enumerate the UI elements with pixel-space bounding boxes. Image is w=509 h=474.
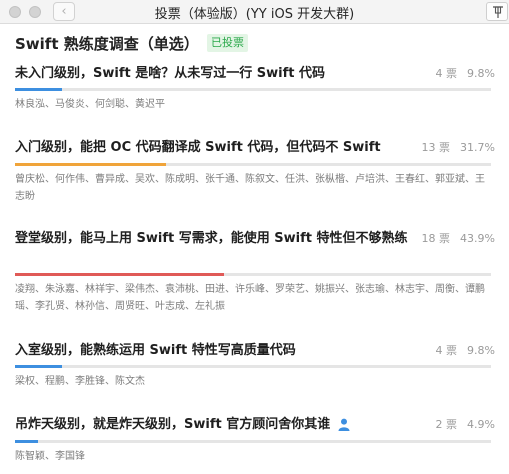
progress-fill [15,88,62,91]
progress-fill [15,365,62,368]
option-label: 入室级别，能熟练运用 Swift 特性写高质量代码 [15,343,296,358]
progress-fill [15,273,224,276]
vote-percent: 4.9% [467,418,495,431]
voter-list: 凌翔、朱泳嘉、林祥宇、梁伟杰、袁沛桃、田进、许乐峰、罗荣艺、姚振兴、张志瑜、林志… [15,284,485,312]
option-label: 未入门级别，Swift 是啥？从未写过一行 Swift 代码 [15,66,325,81]
progress-track [15,440,491,443]
option-stats: 18 票 43.9% [422,229,495,249]
voted-badge: 已投票 [207,34,248,52]
voter-list: 梁权、程鹏、李胜锋、陈文杰 [15,376,145,387]
vote-count: 4 票 [435,67,458,80]
vote-count: 2 票 [435,418,458,431]
progress-track [15,273,491,276]
survey-panel: Swift 熟练度调查（单选） 已投票 未入门级别，Swift 是啥？从未写过一… [0,24,509,474]
option-label-text: 吊炸天级别，就是炸天级别，Swift 官方顾问舍你其谁 [15,417,331,432]
progress-track [15,365,491,368]
title-bar: ‹ 投票（体验版）(YY iOS 开发大群) [0,0,509,24]
vote-percent: 43.9% [460,232,495,245]
voter-list: 曾庆松、何作伟、曹异成、吴欢、陈成明、张千通、陈叙文、任洪、张枞楷、卢培洪、王春… [15,174,485,202]
option-label: 入门级别，能把 OC 代码翻译成 Swift 代码，但代码不 Swift [15,140,381,155]
option-stats: 2 票 4.9% [436,415,495,435]
voter-list: 陈智颖、李国锋 [15,451,85,462]
pin-icon [493,6,503,18]
progress-track [15,163,491,166]
voter-list: 林良泓、马俊炎、何剑聪、黄迟平 [15,99,165,110]
vote-count: 4 票 [435,344,458,357]
option-stats: 13 票 31.7% [422,138,495,158]
user-icon [338,418,350,431]
progress-track [15,88,491,91]
option-label: 登堂级别，能马上用 Swift 写需求，能使用 Swift 特性但不够熟练 [15,231,408,246]
vote-percent: 9.8% [467,67,495,80]
window-title: 投票（体验版）(YY iOS 开发大群) [154,7,355,22]
vote-percent: 31.7% [460,141,495,154]
vote-percent: 9.8% [467,344,495,357]
progress-fill [15,163,166,166]
vote-count: 18 票 [421,232,451,245]
vote-count: 13 票 [421,141,451,154]
option-label: 吊炸天级别，就是炸天级别，Swift 官方顾问舍你其谁 [15,415,420,435]
survey-title: Swift 熟练度调查（单选） [15,35,199,53]
pin-button[interactable] [486,2,508,21]
option-stats: 4 票 9.8% [436,341,495,361]
option-stats: 4 票 9.8% [436,64,495,84]
progress-fill [15,440,38,443]
